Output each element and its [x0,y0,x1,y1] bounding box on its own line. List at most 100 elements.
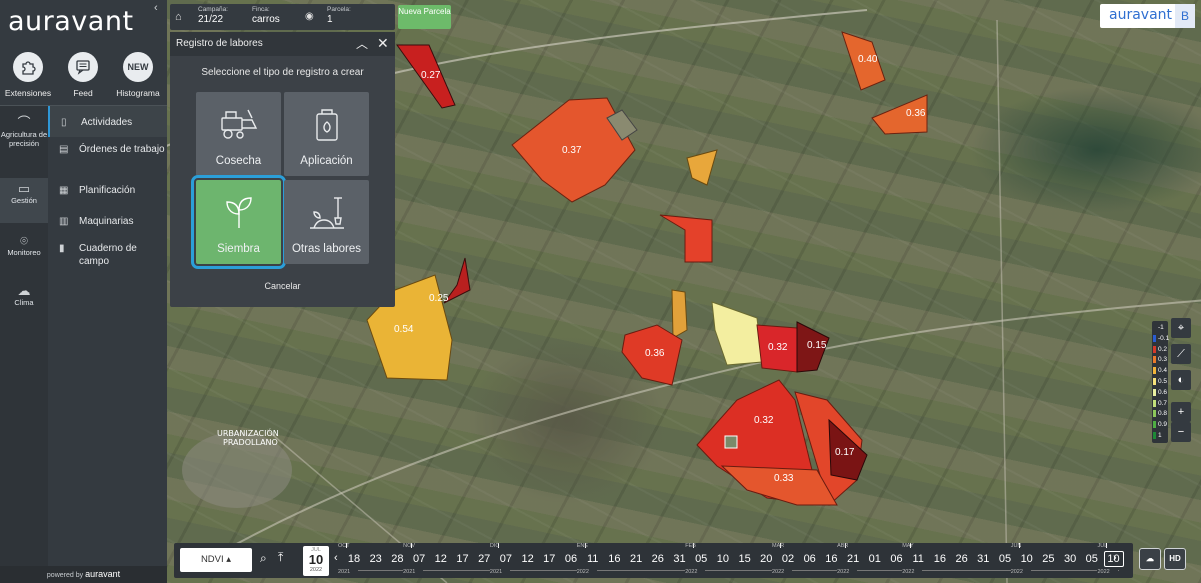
parcel-selector[interactable]: Parcela: 1 [327,6,351,25]
timeline-date[interactable]: 02 [778,553,798,565]
timeline-date[interactable]: 28 [387,553,407,565]
timeline-date[interactable]: 18 [344,553,364,565]
timeline-date[interactable]: 27 [474,553,494,565]
timeline-date[interactable]: 11 [583,553,603,565]
timeline-date[interactable]: 23 [366,553,386,565]
timeline-date[interactable]: 26 [952,553,972,565]
rail-item-precision[interactable]: ⌒ Agricultura de precisión [0,116,48,148]
timeline-date[interactable]: 06 [887,553,907,565]
rail-item-management[interactable]: ▭ Gestión [0,178,48,223]
timeline-date[interactable]: 01 [865,553,885,565]
zoom-out-icon[interactable]: − [1171,422,1191,442]
timeline-date[interactable]: 05 [691,553,711,565]
image-timeline: NDVI ▴ ⌕ ⤒ JUL 10 2022 ‹ › 18 23 28 07 12 17 2… [174,543,1133,578]
legend-row: 0.6 [1153,388,1168,397]
timeline-date[interactable]: 10 [1103,551,1124,567]
field-orange-strip [671,289,688,339]
timeline-date[interactable]: 15 [735,553,755,565]
month-rule [1030,570,1098,571]
cancel-button[interactable]: Cancelar [170,281,395,291]
menu-item-planning[interactable]: ▦ Planificación [48,184,167,197]
menu-item-machinery[interactable]: ▥ Maquinarias [48,215,167,228]
timeline-month: ABR [837,543,849,549]
timeline-date[interactable]: 06 [561,553,581,565]
option-sowing[interactable]: Siembra [191,175,286,269]
timeline-date[interactable]: 25 [1038,553,1058,565]
hd-button[interactable]: HD [1164,548,1186,570]
ruler-icon[interactable]: ⟋ [1171,344,1191,364]
timeline-date[interactable]: 07 [496,553,516,565]
timeline-date[interactable]: 26 [648,553,668,565]
home-icon[interactable]: ⌂ [175,11,182,23]
timeline-date[interactable]: 31 [973,553,993,565]
legend-row: 0.3 [1153,355,1168,364]
timeline-date[interactable]: 12 [518,553,538,565]
timeline-month: MAR [772,543,785,549]
timeline-date[interactable]: 12 [431,553,451,565]
timeline-date[interactable]: 11 [908,553,928,565]
timeline-date[interactable]: 06 [800,553,820,565]
option-other-labors[interactable]: Otras labores [284,180,369,264]
pin-icon[interactable]: ⌖ [1171,318,1191,338]
farm-selector[interactable]: Finca: carros [252,6,280,25]
close-icon[interactable]: ✕ [377,35,389,52]
timeline-date[interactable]: 05 [995,553,1015,565]
feed-button[interactable]: Feed [55,52,111,98]
timeline-date[interactable]: 30 [1060,553,1080,565]
legend-swatch [1153,421,1156,429]
menu-item-activities[interactable]: ▯ Actividades [48,106,167,137]
timeline-date[interactable]: 07 [409,553,429,565]
timeline-date[interactable]: 20 [756,553,776,565]
timeline-date[interactable]: 16 [604,553,624,565]
menu-item-work-orders[interactable]: ▤ Órdenes de trabajo [48,143,167,156]
cloud-icon: ☁ [17,283,31,298]
histogram-button[interactable]: NEW Histograma [110,52,166,98]
timeline-date[interactable]: 31 [670,553,690,565]
timeline-date[interactable]: 10 [1017,553,1037,565]
menu-item-field-notebook[interactable]: ▮ Cuaderno de campo [48,242,167,268]
user-avatar[interactable]: B [1175,4,1195,28]
campaign-label: Campaña: [198,6,228,13]
timeline-date[interactable]: 05 [1082,553,1102,565]
minimize-icon[interactable]: ︿ [356,35,368,52]
collapse-icon[interactable]: ‹ [154,2,158,14]
clipboard-icon: ▯ [61,117,67,128]
timeline-date[interactable]: 21 [843,553,863,565]
eye-icon[interactable]: ◉ [305,11,314,22]
timeline-year: 2021 [338,569,351,575]
timeline-year: 2022 [576,569,589,575]
label-015: 0.15 [807,340,827,351]
selected-date[interactable]: JUL 10 2022 [303,546,329,576]
parcel-value: 1 [327,14,333,25]
caret-icon: ▴ [226,554,232,565]
cloud-filter-button[interactable]: ☁ [1139,548,1161,570]
campaign-selector[interactable]: Campaña: 21/22 [198,6,228,25]
location-icon: ⌾ [20,233,28,248]
search-icon[interactable]: ⌕ [260,551,267,566]
timeline-year: 2022 [1010,569,1023,575]
rail-item-weather[interactable]: ☁ Clima [0,283,48,307]
timeline-date[interactable]: 16 [821,553,841,565]
upload-icon[interactable]: ⤒ [278,550,283,565]
option-application[interactable]: Aplicación [284,92,369,176]
timeline-date[interactable]: 10 [713,553,733,565]
menu-label: Maquinarias [79,216,134,227]
dialog-subtitle: Seleccione el tipo de registro a crear [201,67,364,78]
index-select[interactable]: NDVI ▴ [180,548,252,572]
option-harvest[interactable]: Cosecha [196,92,281,176]
new-badge-icon: NEW [123,52,153,82]
compass-icon[interactable]: ◐ [1171,370,1191,390]
new-parcel-button[interactable]: Nueva Parcela [398,5,451,29]
zoom-in-icon[interactable]: + [1171,402,1191,422]
previous-icon[interactable]: ‹ [334,552,338,564]
doc-icon: ▤ [59,144,69,155]
option-label: Cosecha [215,155,262,167]
timeline-date[interactable]: 21 [626,553,646,565]
extensions-button[interactable]: Extensiones [0,52,56,98]
timeline-date[interactable]: 17 [539,553,559,565]
rail-item-monitoring[interactable]: ⌾ Monitoreo [0,233,48,257]
label-036-mid: 0.36 [645,348,665,359]
account-badge[interactable]: auravant B [1100,4,1195,28]
timeline-date[interactable]: 16 [930,553,950,565]
timeline-date[interactable]: 17 [453,553,473,565]
